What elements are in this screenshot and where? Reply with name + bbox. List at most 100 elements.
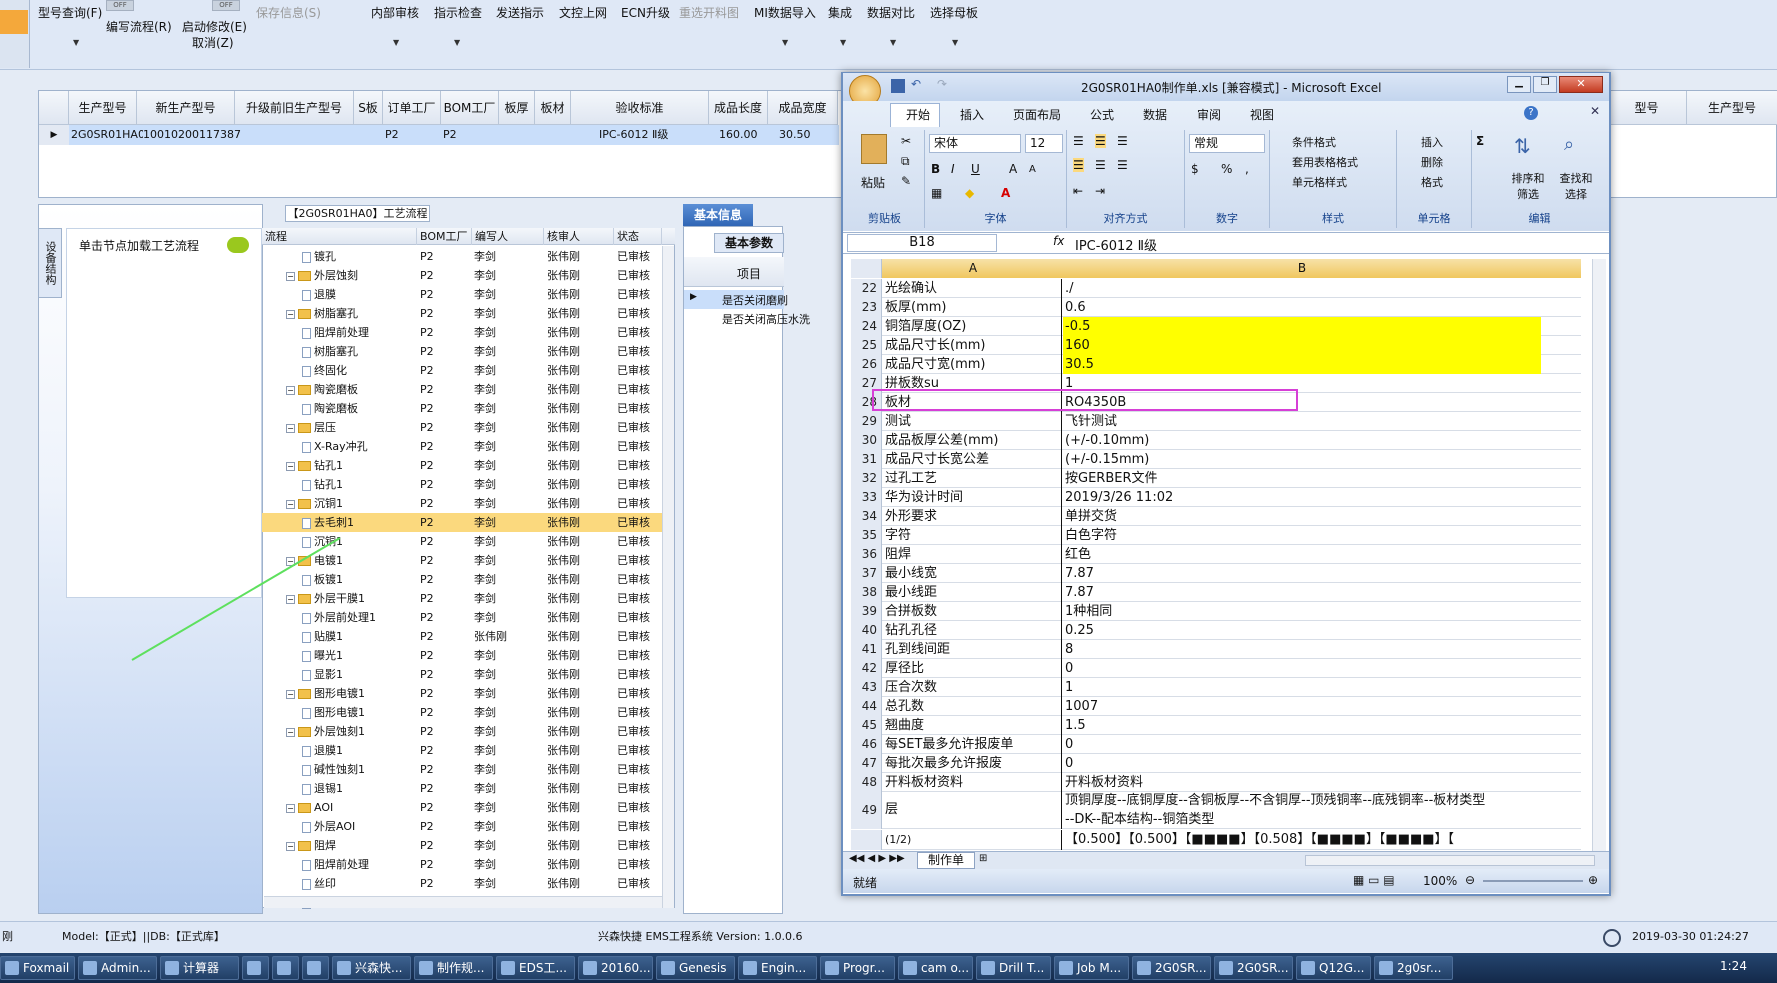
row-number[interactable]: 39 <box>851 602 882 621</box>
tree-col-header[interactable]: BOM工厂 <box>417 228 472 245</box>
currency-icon[interactable]: $ <box>1191 162 1199 176</box>
cell-a[interactable]: 成品尺寸宽(mm) <box>883 355 1062 374</box>
ribbon-tab-page-layout[interactable]: 页面布局 <box>1013 106 1061 123</box>
sheet-row[interactable]: 39 合拼板数 1种相同 <box>851 602 1581 621</box>
cancel-button[interactable]: 取消(Z) <box>192 34 234 51</box>
grid-cell[interactable]: P2 <box>385 125 441 145</box>
tree-col-header[interactable]: 编写人 <box>472 228 544 245</box>
row-number[interactable]: 42 <box>851 659 882 678</box>
font-size-select[interactable]: 12 <box>1025 134 1063 153</box>
data-compare-button[interactable]: 数据对比 <box>867 4 915 21</box>
underline-icon[interactable]: U <box>971 162 980 176</box>
cell-b[interactable]: 1 <box>1063 678 1541 697</box>
collapse-icon[interactable]: − <box>286 841 295 851</box>
collapse-icon[interactable]: − <box>286 727 295 737</box>
chevron-down-icon[interactable]: ▼ <box>890 38 896 47</box>
delete-cells-button[interactable]: 删除 <box>1421 154 1443 170</box>
cut-icon[interactable]: ✂ <box>901 134 911 148</box>
outdent-icon[interactable]: ⇥ <box>1095 184 1105 198</box>
row-number[interactable]: 41 <box>851 640 882 659</box>
tree-node[interactable]: 陶瓷磨板 P2 李剑 张伟刚 已审核 <box>262 399 662 418</box>
collapse-icon[interactable]: − <box>286 271 295 281</box>
sheet-row[interactable]: 26 成品尺寸宽(mm) 30.5 <box>851 355 1581 374</box>
sheet-row[interactable]: 30 成品板厚公差(mm) (+/-0.10mm) <box>851 431 1581 450</box>
tree-node[interactable]: 退锡1 P2 李剑 张伟刚 已审核 <box>262 779 662 798</box>
cell-b[interactable]: (+/-0.10mm) <box>1063 431 1541 450</box>
cell-a[interactable]: 成品板厚公差(mm) <box>883 431 1062 450</box>
cell-b[interactable]: 白色字符 <box>1063 526 1541 545</box>
tree-col-header[interactable]: 状态 <box>614 228 662 245</box>
save-info-button[interactable]: 保存信息(S) <box>256 4 321 21</box>
find-select-button[interactable]: 查找和 选择 <box>1554 170 1598 202</box>
row-number[interactable]: 38 <box>851 583 882 602</box>
cell-a[interactable]: 过孔工艺 <box>883 469 1062 488</box>
align-bottom-icon[interactable]: ☰ <box>1117 134 1128 148</box>
sheet-row[interactable]: 33 华为设计时间 2019/3/26 11:02 <box>851 488 1581 507</box>
param-item[interactable]: 是否关闭高压水洗 <box>722 311 810 327</box>
chevron-down-icon[interactable]: ▼ <box>393 38 399 47</box>
ribbon-tab-insert[interactable]: 插入 <box>960 106 984 123</box>
tree-node[interactable]: − 树脂塞孔 P2 李剑 张伟刚 已审核 <box>262 304 662 323</box>
close-workbook-icon[interactable]: ✕ <box>1590 104 1600 118</box>
row-number[interactable]: 45 <box>851 716 882 735</box>
tree-node[interactable]: − 外层蚀刻1 P2 李剑 张伟刚 已审核 <box>262 722 662 741</box>
undo-icon[interactable]: ↶ <box>911 77 921 91</box>
sheet-row[interactable]: 40 钻孔孔径 0.25 <box>851 621 1581 640</box>
taskbar-button[interactable]: Engin... <box>738 956 817 980</box>
row-number[interactable]: 40 <box>851 621 882 640</box>
tree-node[interactable]: X-Ray冲孔 P2 李剑 张伟刚 已审核 <box>262 437 662 456</box>
grid-header[interactable]: 升级前旧生产型号 <box>235 91 354 125</box>
cell-a[interactable]: 光绘确认 <box>883 279 1062 298</box>
collapse-icon[interactable]: − <box>286 423 295 433</box>
taskbar-button[interactable]: Admin... <box>78 956 157 980</box>
sheet-vertical-scrollbar[interactable] <box>1592 259 1606 851</box>
ribbon-tab-view[interactable]: 视图 <box>1250 106 1274 123</box>
cell-b[interactable]: 0.6 <box>1063 298 1541 317</box>
sheet-nav-icon[interactable]: ◀◀ ◀ ▶ ▶▶ <box>849 853 905 864</box>
cell-b[interactable]: 飞针测试 <box>1063 412 1541 431</box>
cell-a[interactable]: 最小线距 <box>883 583 1062 602</box>
cell-b[interactable]: 160 <box>1063 336 1541 355</box>
row-number[interactable]: 26 <box>851 355 882 374</box>
cell-b[interactable]: 8 <box>1063 640 1541 659</box>
sheet-horizontal-scrollbar[interactable] <box>1305 855 1595 866</box>
start-modify-button[interactable]: 启动修改(E) <box>182 18 247 35</box>
indent-icon[interactable]: ⇤ <box>1073 184 1083 198</box>
collapse-icon[interactable]: − <box>286 803 295 813</box>
cell-a[interactable]: 合拼板数 <box>883 602 1062 621</box>
align-right-icon[interactable]: ☰ <box>1117 158 1128 172</box>
chevron-down-icon[interactable]: ▼ <box>952 38 958 47</box>
row-number[interactable]: 32 <box>851 469 882 488</box>
row-number[interactable]: 30 <box>851 431 882 450</box>
taskbar-button[interactable]: 兴森快... <box>332 956 411 980</box>
name-box[interactable]: B18 <box>847 234 997 252</box>
fill-color-icon[interactable]: ◆ <box>965 186 974 200</box>
row-number[interactable]: 25 <box>851 336 882 355</box>
taskbar-button[interactable] <box>272 956 299 980</box>
off-toggle-2[interactable]: OFF <box>212 0 240 11</box>
cell-a[interactable]: 每SET最多允许报废单 <box>883 735 1062 754</box>
tree-node[interactable]: − 图形电镀1 P2 李剑 张伟刚 已审核 <box>262 684 662 703</box>
find-select-icon[interactable]: ⌕ <box>1564 134 1574 155</box>
cell-a[interactable]: 开料板材资料 <box>883 773 1062 792</box>
chevron-down-icon[interactable]: ▼ <box>840 38 846 47</box>
align-left-icon[interactable]: ☰ <box>1073 158 1084 172</box>
cell-b[interactable]: 顶铜厚度--底铜厚度--含铜板厚--不含铜厚--顶残铜率--底残铜率--板材类型 <box>1063 791 1541 810</box>
internal-review-button[interactable]: 内部审核 <box>371 4 419 21</box>
sheet-row[interactable]: 41 孔到线间距 8 <box>851 640 1581 659</box>
cell-b[interactable]: 1.5 <box>1063 716 1541 735</box>
cell-b[interactable]: 0 <box>1063 659 1541 678</box>
tree-node[interactable]: 退膜 P2 李剑 张伟刚 已审核 <box>262 285 662 304</box>
collapse-icon[interactable]: − <box>286 689 295 699</box>
align-center-icon[interactable]: ☰ <box>1095 158 1106 172</box>
row-number[interactable]: 46 <box>851 735 882 754</box>
sheet-row[interactable]: 31 成品尺寸长宽公差 (+/-0.15mm) <box>851 450 1581 469</box>
param-item[interactable]: 是否关闭磨刷 <box>722 292 788 308</box>
cell-b[interactable]: 【0.500】【0.500】【■■■■】【0.508】【■■■■】【■■■■】【 <box>1063 830 1541 850</box>
copy-icon[interactable]: ⧉ <box>901 154 910 169</box>
taskbar-button[interactable]: 2G0SR... <box>1214 956 1293 980</box>
grid-cell[interactable]: P2 <box>443 125 499 145</box>
cell-b[interactable]: ./ <box>1063 279 1541 298</box>
row-number[interactable]: 31 <box>851 450 882 469</box>
taskbar-button[interactable]: 计算器 <box>160 956 239 980</box>
